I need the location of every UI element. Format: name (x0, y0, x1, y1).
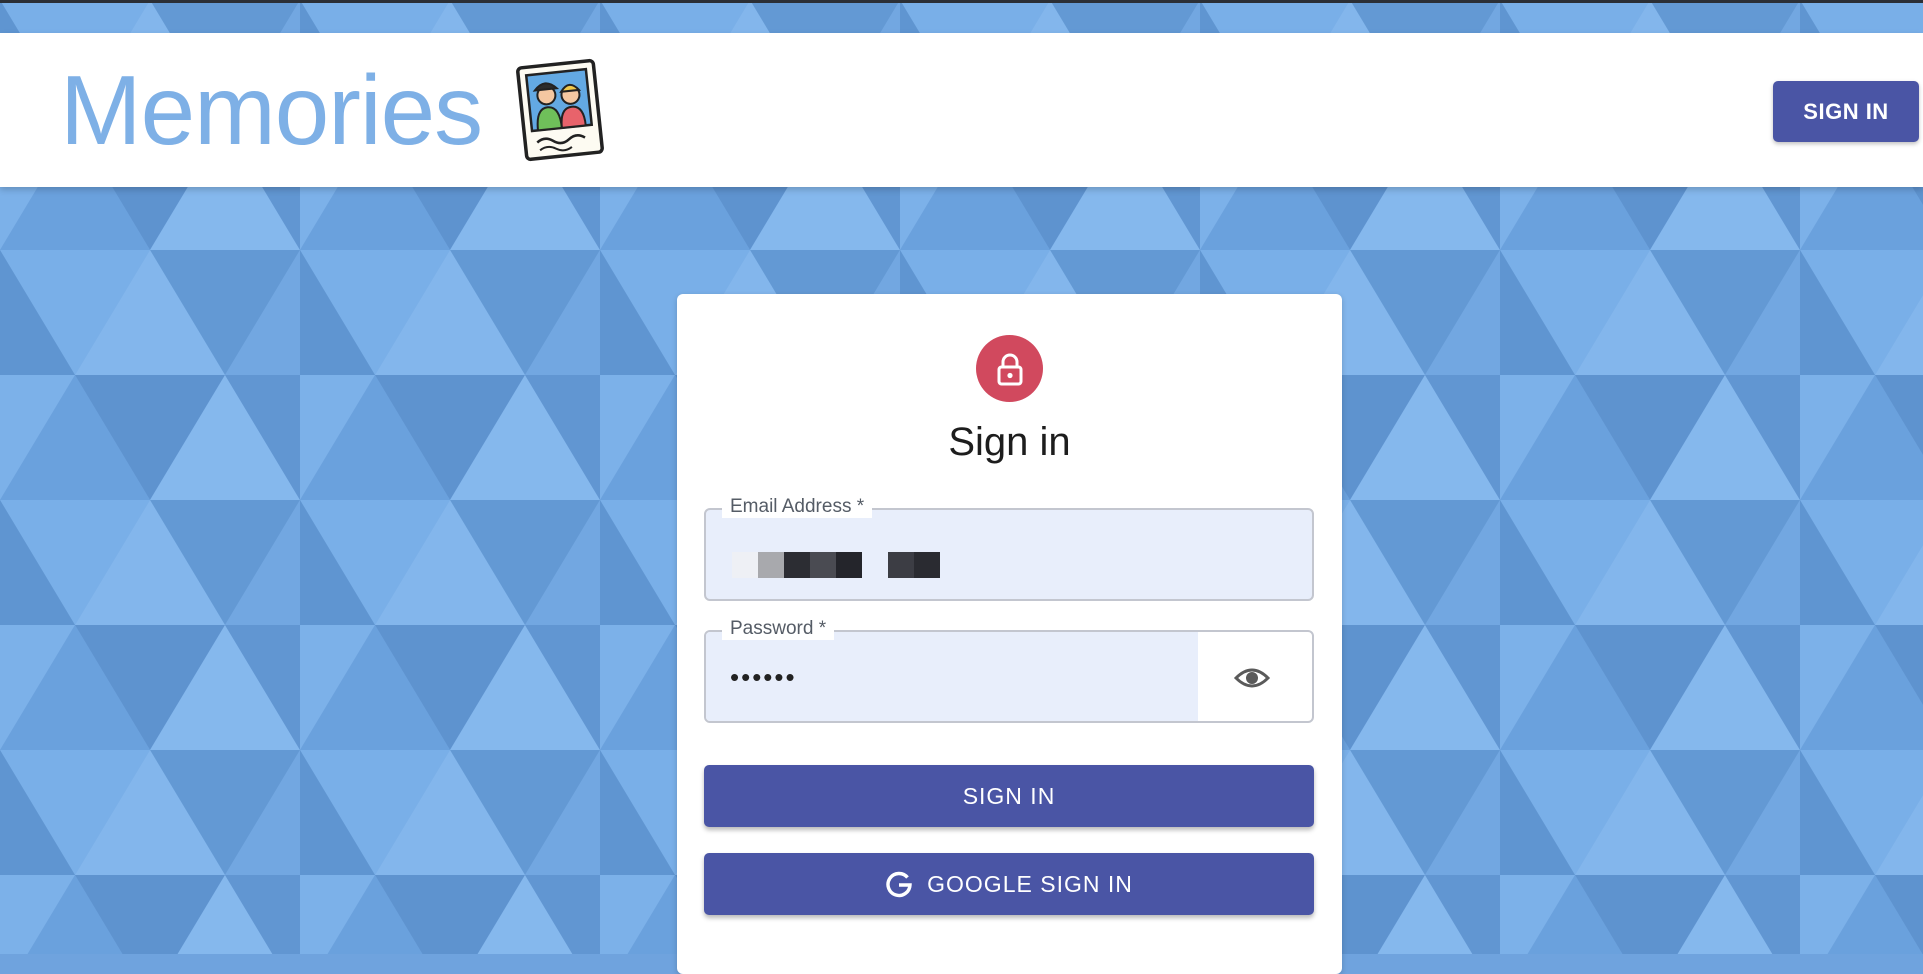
sign-in-button-label: SIGN IN (962, 782, 1056, 809)
email-value-redacted (732, 552, 940, 578)
lock-icon (976, 335, 1043, 402)
brand-title: Memories (60, 55, 483, 165)
app-bar: Memories SIGN IN (0, 33, 1923, 187)
password-field[interactable]: Password * (704, 618, 1314, 723)
sign-in-title: Sign in (948, 420, 1071, 464)
email-field[interactable]: Email Address * (704, 496, 1314, 601)
sign-in-card: Sign in Email Address * Password * SIGN … (677, 294, 1342, 974)
google-g-icon (885, 870, 913, 898)
brand: Memories (60, 58, 608, 162)
email-label: Email Address * (722, 496, 873, 518)
password-label: Password * (722, 618, 835, 640)
password-input[interactable] (728, 654, 1172, 700)
google-sign-in-label: GOOGLE SIGN IN (927, 870, 1133, 897)
top-edge (0, 0, 1923, 3)
header-sign-in-button[interactable]: SIGN IN (1773, 81, 1919, 142)
sign-in-button[interactable]: SIGN IN (704, 765, 1314, 827)
google-sign-in-button[interactable]: GOOGLE SIGN IN (704, 853, 1314, 915)
photo-memories-icon (512, 58, 608, 162)
eye-icon[interactable] (1226, 652, 1278, 704)
